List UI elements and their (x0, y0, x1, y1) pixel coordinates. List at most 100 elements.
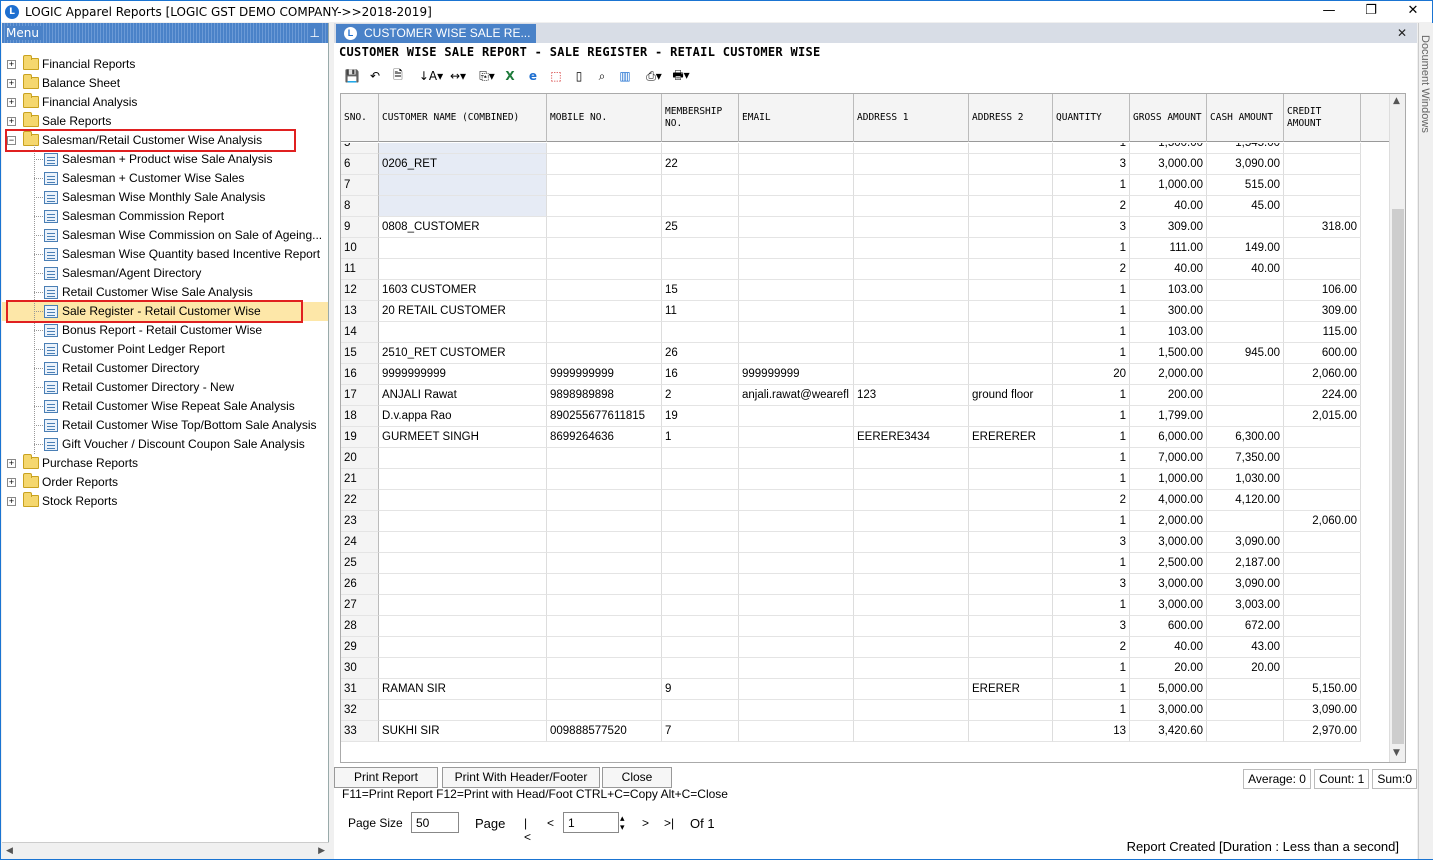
cell-sno[interactable]: 18 (341, 406, 379, 427)
cell-cash[interactable]: 3,090.00 (1207, 532, 1284, 553)
cell-member[interactable] (662, 637, 739, 658)
cell-sno[interactable]: 30 (341, 658, 379, 679)
column-header-gross[interactable]: GROSS AMOUNT (1130, 94, 1207, 142)
cell-email[interactable] (739, 574, 854, 595)
cell-name[interactable]: D.v.appa Rao (379, 406, 547, 427)
cell-sno[interactable]: 11 (341, 259, 379, 280)
cell-sno[interactable]: 6 (341, 154, 379, 175)
cell-addr2[interactable] (969, 595, 1053, 616)
cell-cash[interactable]: 40.00 (1207, 259, 1284, 280)
menu-item-customer-point-ledger-report[interactable]: Customer Point Ledger Report (2, 340, 328, 359)
cell-credit[interactable] (1284, 154, 1361, 175)
cell-addr2[interactable]: ERERERER (969, 427, 1053, 448)
cell-credit[interactable]: 309.00 (1284, 301, 1361, 322)
cell-mobile[interactable] (547, 616, 662, 637)
pin-icon[interactable]: ⊥ (307, 23, 322, 43)
cell-email[interactable] (739, 700, 854, 721)
cell-addr1[interactable]: EERERE3434 (854, 427, 969, 448)
cell-addr2[interactable] (969, 322, 1053, 343)
cell-addr1[interactable] (854, 637, 969, 658)
cell-email[interactable] (739, 721, 854, 742)
cell-credit[interactable]: 2,970.00 (1284, 721, 1361, 742)
cell-addr2[interactable] (969, 721, 1053, 742)
cell-qty[interactable]: 3 (1053, 616, 1130, 637)
cell-addr1[interactable] (854, 143, 969, 154)
cell-mobile[interactable] (547, 700, 662, 721)
cell-member[interactable] (662, 175, 739, 196)
cell-addr1[interactable] (854, 280, 969, 301)
pdf-icon[interactable]: ⬚ (546, 67, 566, 85)
cell-gross[interactable]: 40.00 (1130, 196, 1207, 217)
cell-gross[interactable]: 103.00 (1130, 280, 1207, 301)
cell-addr2[interactable] (969, 553, 1053, 574)
cell-qty[interactable]: 13 (1053, 721, 1130, 742)
cell-mobile[interactable] (547, 469, 662, 490)
cell-addr2[interactable] (969, 175, 1053, 196)
cell-mobile[interactable]: 8699264636 (547, 427, 662, 448)
cell-cash[interactable] (1207, 385, 1284, 406)
cell-email[interactable] (739, 490, 854, 511)
cell-addr2[interactable] (969, 511, 1053, 532)
cell-addr2[interactable] (969, 364, 1053, 385)
print-icon[interactable]: 🖶▾ (667, 67, 695, 85)
menu-item-financial-analysis[interactable]: + Financial Analysis (2, 93, 328, 112)
cell-gross[interactable]: 309.00 (1130, 217, 1207, 238)
cell-mobile[interactable] (547, 574, 662, 595)
cell-member[interactable] (662, 143, 739, 154)
cell-name[interactable] (379, 238, 547, 259)
cell-member[interactable] (662, 259, 739, 280)
cell-credit[interactable]: 2,060.00 (1284, 364, 1361, 385)
cell-name[interactable] (379, 448, 547, 469)
cell-member[interactable] (662, 469, 739, 490)
restore-button[interactable]: ❐ (1351, 1, 1391, 21)
cell-mobile[interactable] (547, 448, 662, 469)
cell-name[interactable] (379, 658, 547, 679)
cell-name[interactable]: 0808_CUSTOMER (379, 217, 547, 238)
cell-qty[interactable]: 1 (1053, 700, 1130, 721)
cell-addr1[interactable] (854, 553, 969, 574)
scroll-up-icon[interactable]: ▲ (1393, 96, 1400, 106)
cell-sno[interactable]: 8 (341, 196, 379, 217)
page-spinner-icon[interactable]: ▴▾ (620, 814, 629, 832)
cell-name[interactable] (379, 574, 547, 595)
cell-email[interactable] (739, 448, 854, 469)
cell-name[interactable] (379, 553, 547, 574)
cell-credit[interactable] (1284, 196, 1361, 217)
menu-item-retail-customer-directory[interactable]: Retail Customer Directory (2, 359, 328, 378)
cell-addr1[interactable] (854, 469, 969, 490)
expander-icon[interactable]: + (7, 459, 16, 468)
cell-sno[interactable]: 32 (341, 700, 379, 721)
cell-cash[interactable] (1207, 679, 1284, 700)
cell-sno[interactable]: 12 (341, 280, 379, 301)
cell-email[interactable] (739, 259, 854, 280)
column-header-credit[interactable]: CREDIT AMOUNT (1284, 94, 1361, 142)
cell-sno[interactable]: 29 (341, 637, 379, 658)
cell-addr1[interactable] (854, 259, 969, 280)
cell-cash[interactable]: 1,030.00 (1207, 469, 1284, 490)
cell-sno[interactable]: 15 (341, 343, 379, 364)
cell-gross[interactable]: 7,000.00 (1130, 448, 1207, 469)
cell-sno[interactable]: 9 (341, 217, 379, 238)
cell-addr2[interactable] (969, 637, 1053, 658)
menu-item-retail-customer-wise-top-bottom-sale-analysis[interactable]: Retail Customer Wise Top/Bottom Sale Ana… (2, 416, 328, 435)
cell-member[interactable]: 22 (662, 154, 739, 175)
cell-gross[interactable]: 300.00 (1130, 301, 1207, 322)
cell-member[interactable]: 19 (662, 406, 739, 427)
cell-name[interactable] (379, 259, 547, 280)
cell-qty[interactable]: 3 (1053, 532, 1130, 553)
cell-sno[interactable]: 13 (341, 301, 379, 322)
cell-addr2[interactable] (969, 406, 1053, 427)
cell-sno[interactable]: 23 (341, 511, 379, 532)
cell-gross[interactable]: 1,500.00 (1130, 343, 1207, 364)
cell-member[interactable]: 9 (662, 679, 739, 700)
cell-name[interactable]: 9999999999 (379, 364, 547, 385)
cell-credit[interactable] (1284, 595, 1361, 616)
cell-credit[interactable]: 115.00 (1284, 322, 1361, 343)
cell-addr1[interactable] (854, 574, 969, 595)
cell-name[interactable] (379, 175, 547, 196)
menu-item-retail-customer-wise-repeat-sale-analysis[interactable]: Retail Customer Wise Repeat Sale Analysi… (2, 397, 328, 416)
undo-icon[interactable]: ↶ (365, 67, 385, 85)
column-header-sno[interactable]: SNO. (341, 94, 379, 142)
menu-item-gift-voucher-discount-coupon-sale-analysis[interactable]: Gift Voucher / Discount Coupon Sale Anal… (2, 435, 328, 454)
cell-member[interactable] (662, 511, 739, 532)
